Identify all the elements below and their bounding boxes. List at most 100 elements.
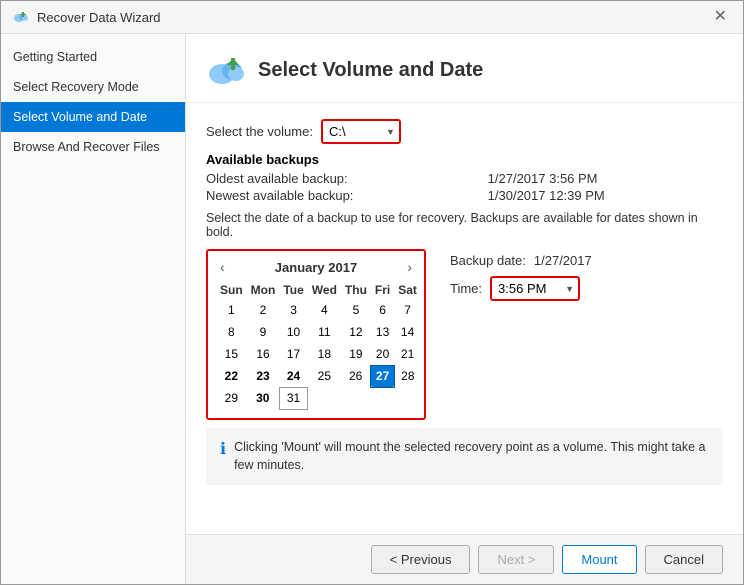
calendar-day-headers: Sun Mon Tue Wed Thu Fri Sat <box>216 281 421 299</box>
calendar-day[interactable]: 9 <box>247 321 280 343</box>
calendar-month: January 2017 <box>275 260 357 275</box>
volume-select[interactable]: C:\ D:\ E:\ <box>321 119 401 144</box>
calendar-day[interactable]: 8 <box>216 321 247 343</box>
volume-label: Select the volume: <box>206 124 313 139</box>
calendar-day <box>394 387 421 409</box>
app-icon <box>13 9 29 25</box>
day-header-sun: Sun <box>216 281 247 299</box>
footer: < Previous Next > Mount Cancel <box>186 534 743 584</box>
day-header-fri: Fri <box>371 281 394 299</box>
calendar-week-4: 22232425262728 <box>216 365 421 387</box>
calendar-day <box>371 387 394 409</box>
calendar-week-5: 293031 <box>216 387 421 409</box>
info-notice: ℹ Clicking 'Mount' will mount the select… <box>206 428 723 486</box>
calendar-day[interactable]: 24 <box>279 365 307 387</box>
content-area: Getting Started Select Recovery Mode Sel… <box>1 34 743 584</box>
calendar-day <box>341 387 371 409</box>
calendar-day[interactable]: 22 <box>216 365 247 387</box>
side-info: Backup date: 1/27/2017 Time: 3:56 PM 12:… <box>450 253 592 301</box>
calendar-day[interactable]: 19 <box>341 343 371 365</box>
calendar-day[interactable]: 11 <box>308 321 341 343</box>
time-row: Time: 3:56 PM 12:39 PM <box>450 276 592 301</box>
calendar-day[interactable]: 28 <box>394 365 421 387</box>
window-title: Recover Data Wizard <box>37 10 161 25</box>
main-body: Select the volume: C:\ D:\ E:\ Available… <box>186 103 743 534</box>
calendar-day[interactable]: 6 <box>371 299 394 321</box>
previous-button[interactable]: < Previous <box>371 545 471 574</box>
next-button[interactable]: Next > <box>478 545 554 574</box>
volume-row: Select the volume: C:\ D:\ E:\ <box>206 119 723 144</box>
window: Recover Data Wizard ✕ Getting Started Se… <box>0 0 744 585</box>
available-backups-title: Available backups <box>206 152 723 167</box>
sidebar-item-browse-recover[interactable]: Browse And Recover Files <box>1 132 185 162</box>
calendar-grid: Sun Mon Tue Wed Thu Fri Sat 123 <box>216 281 421 410</box>
next-month-button[interactable]: › <box>403 259 416 275</box>
day-header-thu: Thu <box>341 281 371 299</box>
calendar-week-3: 15161718192021 <box>216 343 421 365</box>
calendar-day[interactable]: 13 <box>371 321 394 343</box>
cancel-button[interactable]: Cancel <box>645 545 723 574</box>
prev-month-button[interactable]: ‹ <box>216 259 229 275</box>
calendar-day[interactable]: 29 <box>216 387 247 409</box>
calendar-day[interactable]: 30 <box>247 387 280 409</box>
calendar-day[interactable]: 2 <box>247 299 280 321</box>
close-button[interactable]: ✕ <box>710 9 731 25</box>
page-title: Select Volume and Date <box>258 59 483 82</box>
backup-info: Oldest available backup: 1/27/2017 3:56 … <box>206 171 723 203</box>
calendar-body: 1234567891011121314151617181920212223242… <box>216 299 421 409</box>
calendar-header: ‹ January 2017 › <box>216 259 416 275</box>
sidebar-item-recovery-mode[interactable]: Select Recovery Mode <box>1 72 185 102</box>
calendar-area: ‹ January 2017 › Sun Mon Tue Wed <box>206 249 723 420</box>
day-header-sat: Sat <box>394 281 421 299</box>
title-bar: Recover Data Wizard ✕ <box>1 1 743 34</box>
calendar-day[interactable]: 5 <box>341 299 371 321</box>
calendar: ‹ January 2017 › Sun Mon Tue Wed <box>206 249 426 420</box>
sidebar-item-getting-started[interactable]: Getting Started <box>1 42 185 72</box>
day-header-wed: Wed <box>308 281 341 299</box>
sidebar: Getting Started Select Recovery Mode Sel… <box>1 34 186 584</box>
mount-button[interactable]: Mount <box>562 545 636 574</box>
backup-date-row: Backup date: 1/27/2017 <box>450 253 592 268</box>
calendar-day[interactable]: 26 <box>341 365 371 387</box>
calendar-day[interactable]: 16 <box>247 343 280 365</box>
calendar-day[interactable]: 17 <box>279 343 307 365</box>
calendar-week-1: 1234567 <box>216 299 421 321</box>
main-header: Select Volume and Date <box>186 34 743 103</box>
time-label: Time: <box>450 281 482 296</box>
sidebar-item-volume-date[interactable]: Select Volume and Date <box>1 102 185 132</box>
header-icon <box>206 50 246 90</box>
day-header-mon: Mon <box>247 281 280 299</box>
calendar-day[interactable]: 27 <box>371 365 394 387</box>
info-icon: ℹ <box>220 439 226 459</box>
calendar-day[interactable]: 23 <box>247 365 280 387</box>
calendar-day[interactable]: 20 <box>371 343 394 365</box>
calendar-day[interactable]: 12 <box>341 321 371 343</box>
calendar-day[interactable]: 10 <box>279 321 307 343</box>
calendar-day[interactable]: 7 <box>394 299 421 321</box>
main-area: Select Volume and Date Select the volume… <box>186 34 743 584</box>
instruction-text: Select the date of a backup to use for r… <box>206 211 723 239</box>
calendar-day[interactable]: 15 <box>216 343 247 365</box>
calendar-day[interactable]: 25 <box>308 365 341 387</box>
calendar-week-2: 891011121314 <box>216 321 421 343</box>
calendar-day[interactable]: 1 <box>216 299 247 321</box>
time-select[interactable]: 3:56 PM 12:39 PM <box>490 276 580 301</box>
newest-value: 1/30/2017 12:39 PM <box>488 188 723 203</box>
oldest-value: 1/27/2017 3:56 PM <box>488 171 723 186</box>
calendar-day[interactable]: 3 <box>279 299 307 321</box>
oldest-label: Oldest available backup: <box>206 171 472 186</box>
time-select-wrapper: 3:56 PM 12:39 PM <box>490 276 580 301</box>
backup-date-value: 1/27/2017 <box>534 253 592 268</box>
calendar-day[interactable]: 4 <box>308 299 341 321</box>
title-bar-left: Recover Data Wizard <box>13 9 161 25</box>
calendar-day[interactable]: 21 <box>394 343 421 365</box>
backup-date-label: Backup date: <box>450 253 526 268</box>
day-header-tue: Tue <box>279 281 307 299</box>
calendar-day[interactable]: 31 <box>279 387 307 409</box>
calendar-day[interactable]: 14 <box>394 321 421 343</box>
volume-select-wrapper: C:\ D:\ E:\ <box>321 119 401 144</box>
info-text: Clicking 'Mount' will mount the selected… <box>234 438 709 476</box>
calendar-day <box>308 387 341 409</box>
newest-label: Newest available backup: <box>206 188 472 203</box>
calendar-day[interactable]: 18 <box>308 343 341 365</box>
